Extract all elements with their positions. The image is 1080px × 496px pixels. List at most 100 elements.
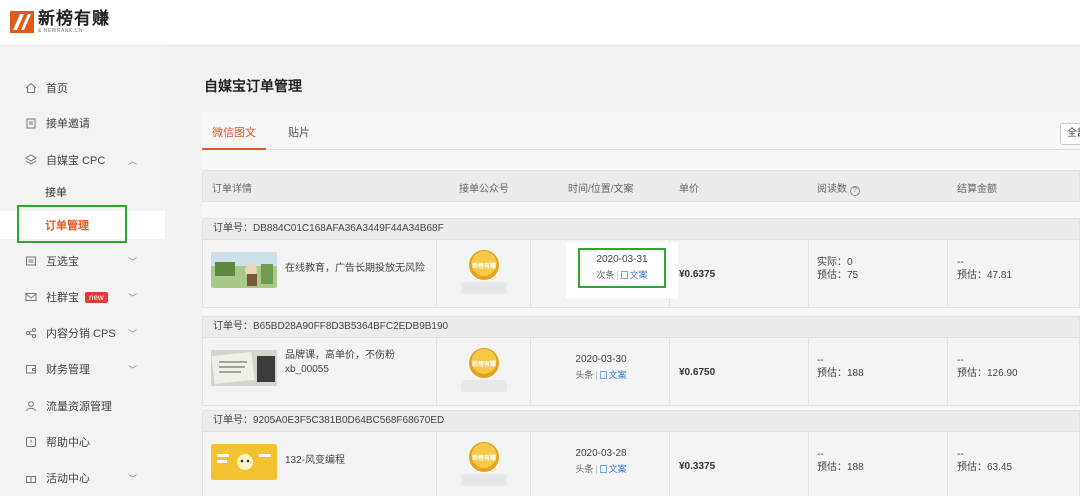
reads-actual: 实际：0 <box>817 257 853 268</box>
sidebar-item-label: 财务管理 <box>46 364 90 376</box>
home-icon <box>24 82 37 95</box>
order-details: 132-风变编程 新榜有赚 2020-03-28 头条 | 文案 ¥0.3375 -… <box>202 432 1080 496</box>
account-name-blurred <box>461 474 507 486</box>
new-badge: new <box>85 291 108 303</box>
account-avatar: 新榜有赚 <box>469 442 499 472</box>
user-icon <box>24 400 37 413</box>
sidebar-item-cpc[interactable]: 自媒宝 CPC ︿ <box>0 145 165 175</box>
active-tab-indicator <box>202 148 266 150</box>
sidebar: 首页 接单邀请 自媒宝 CPC ︿ 接单 订单管理 互选宝 ﹀ 社群宝 new … <box>0 46 165 496</box>
sidebar-item-label: 社群宝 <box>46 292 79 304</box>
filter-select[interactable]: 全部 <box>1060 123 1080 145</box>
publish-date: 2020-03-28 <box>575 448 627 459</box>
article-thumbnail <box>211 350 277 386</box>
tab-pre-roll[interactable]: 贴片 <box>288 124 310 140</box>
chevron-down-icon: ﹀ <box>128 256 138 267</box>
document-icon <box>599 371 607 379</box>
reads-estimated: 预估：188 <box>817 462 864 473</box>
publish-date: 2020-03-30 <box>575 354 627 365</box>
orders-panel: 微信图文 贴片 全部 订单详情 接单公众号 时间/位置/文案 单价 阅读数? 结… <box>202 112 1080 496</box>
article-thumbnail <box>211 444 277 480</box>
envelope-icon <box>24 291 37 304</box>
sidebar-item-label: 帮助中心 <box>46 437 90 449</box>
order-number: 订单号：B65BD28A90FF8D3B5364BFC2EDB9B190 <box>202 316 1080 338</box>
brand-logo[interactable]: 新榜有赚 & NEWRANK.CN <box>10 10 110 34</box>
sidebar-item-invites[interactable]: 接单邀请 <box>0 108 165 138</box>
reads-actual: -- <box>817 355 824 366</box>
chevron-down-icon: ﹀ <box>128 328 138 339</box>
unit-price: ¥0.3375 <box>679 461 716 472</box>
layers-icon <box>24 154 37 167</box>
ad-position: 次条 <box>596 270 615 280</box>
settle-estimated: 预估：126.90 <box>957 368 1018 379</box>
settle-estimated: 预估：63.45 <box>957 462 1013 473</box>
sidebar-item-activities[interactable]: 活动中心 ﹀ <box>0 463 165 493</box>
order-details: 品牌课，高单价，不伤粉xb_00055 新榜有赚 2020-03-30 头条 | 文… <box>202 338 1080 406</box>
sidebar-item-label: 自媒宝 CPC <box>46 155 106 167</box>
article-thumbnail <box>211 252 277 288</box>
highlight-order-management <box>17 205 127 243</box>
account-name-blurred <box>461 282 507 294</box>
order-number: 订单号：DB884C01C168AFA36A3449F44A34B68F <box>202 218 1080 240</box>
chevron-down-icon: ﹀ <box>128 364 138 375</box>
sidebar-item-cps[interactable]: 内容分销 CPS ﹀ <box>0 318 165 348</box>
column-header: 接单公众号 <box>459 184 509 195</box>
clipboard-icon <box>24 117 37 130</box>
article-title[interactable]: 132-风变编程 <box>285 454 435 468</box>
sidebar-item-home[interactable]: 首页 <box>0 73 165 103</box>
sidebar-item-help[interactable]: 帮助中心 <box>0 427 165 457</box>
column-header: 阅读数 <box>817 184 847 195</box>
column-header: 结算金额 <box>957 184 997 195</box>
chevron-up-icon: ︿ <box>128 155 138 166</box>
column-header: 时间/位置/文案 <box>568 184 634 195</box>
tab-wechat-articles[interactable]: 微信图文 <box>212 124 256 140</box>
article-title[interactable]: 品牌课，高单价，不伤粉xb_00055 <box>285 349 435 377</box>
chevron-down-icon: ﹀ <box>128 292 138 303</box>
sidebar-item-label: 流量资源管理 <box>46 401 112 413</box>
column-header: 单价 <box>679 184 699 195</box>
sidebar-subitem-label: 接单 <box>45 187 67 199</box>
sidebar-item-label: 活动中心 <box>46 473 90 485</box>
sidebar-item-label: 内容分销 CPS <box>46 328 116 340</box>
help-icon <box>24 436 37 449</box>
share-icon <box>24 327 37 340</box>
publish-date: 2020-03-31 <box>596 254 648 265</box>
unit-price: ¥0.6750 <box>679 367 716 378</box>
sidebar-item-finance[interactable]: 财务管理 ﹀ <box>0 354 165 384</box>
sidebar-item-label: 接单邀请 <box>46 118 90 130</box>
table-header: 订单详情 接单公众号 时间/位置/文案 单价 阅读数? 结算金额 <box>202 170 1080 202</box>
ad-position: 头条 <box>575 464 594 474</box>
sidebar-item-huxuanbao[interactable]: 互选宝 ﹀ <box>0 246 165 276</box>
article-title[interactable]: 在线教育，广告长期投放无风险 <box>285 262 435 276</box>
copy-link[interactable]: 文案 <box>620 270 648 280</box>
list-icon <box>24 255 37 268</box>
gift-icon <box>24 472 37 485</box>
sidebar-subitem-orders-accept[interactable]: 接单 <box>0 178 165 206</box>
time-cell-spotlight: 2020-03-31 次条 | 文案 <box>566 242 678 298</box>
settle-estimated: 预估：47.81 <box>957 270 1013 281</box>
page-title: 自媒宝订单管理 <box>204 78 302 94</box>
column-header: 订单详情 <box>212 184 252 195</box>
tab-bar: 微信图文 贴片 全部 <box>202 112 1080 150</box>
brand-title: 新榜有赚 <box>38 9 110 28</box>
brand-subtitle: & NEWRANK.CN <box>38 28 83 34</box>
ad-position: 头条 <box>575 370 594 380</box>
document-icon <box>620 271 628 279</box>
settle-actual: -- <box>957 257 964 268</box>
question-icon[interactable]: ? <box>850 186 860 196</box>
chevron-down-icon: ﹀ <box>128 473 138 484</box>
copy-link[interactable]: 文案 <box>599 370 627 380</box>
account-avatar: 新榜有赚 <box>469 348 499 378</box>
account-name-blurred <box>461 380 507 392</box>
sidebar-item-shequnbao[interactable]: 社群宝 new ﹀ <box>0 282 165 312</box>
top-bar: 新榜有赚 & NEWRANK.CN <box>0 0 1080 46</box>
unit-price: ¥0.6375 <box>679 269 716 280</box>
sidebar-item-traffic[interactable]: 流量资源管理 <box>0 391 165 421</box>
order-number: 订单号：9205A0E3F5C381B0D64BC568F68670ED <box>202 410 1080 432</box>
copy-link[interactable]: 文案 <box>599 464 627 474</box>
sidebar-item-label: 首页 <box>46 83 68 95</box>
logo-icon <box>10 11 34 33</box>
account-avatar: 新榜有赚 <box>469 250 499 280</box>
document-icon <box>599 465 607 473</box>
wallet-icon <box>24 363 37 376</box>
